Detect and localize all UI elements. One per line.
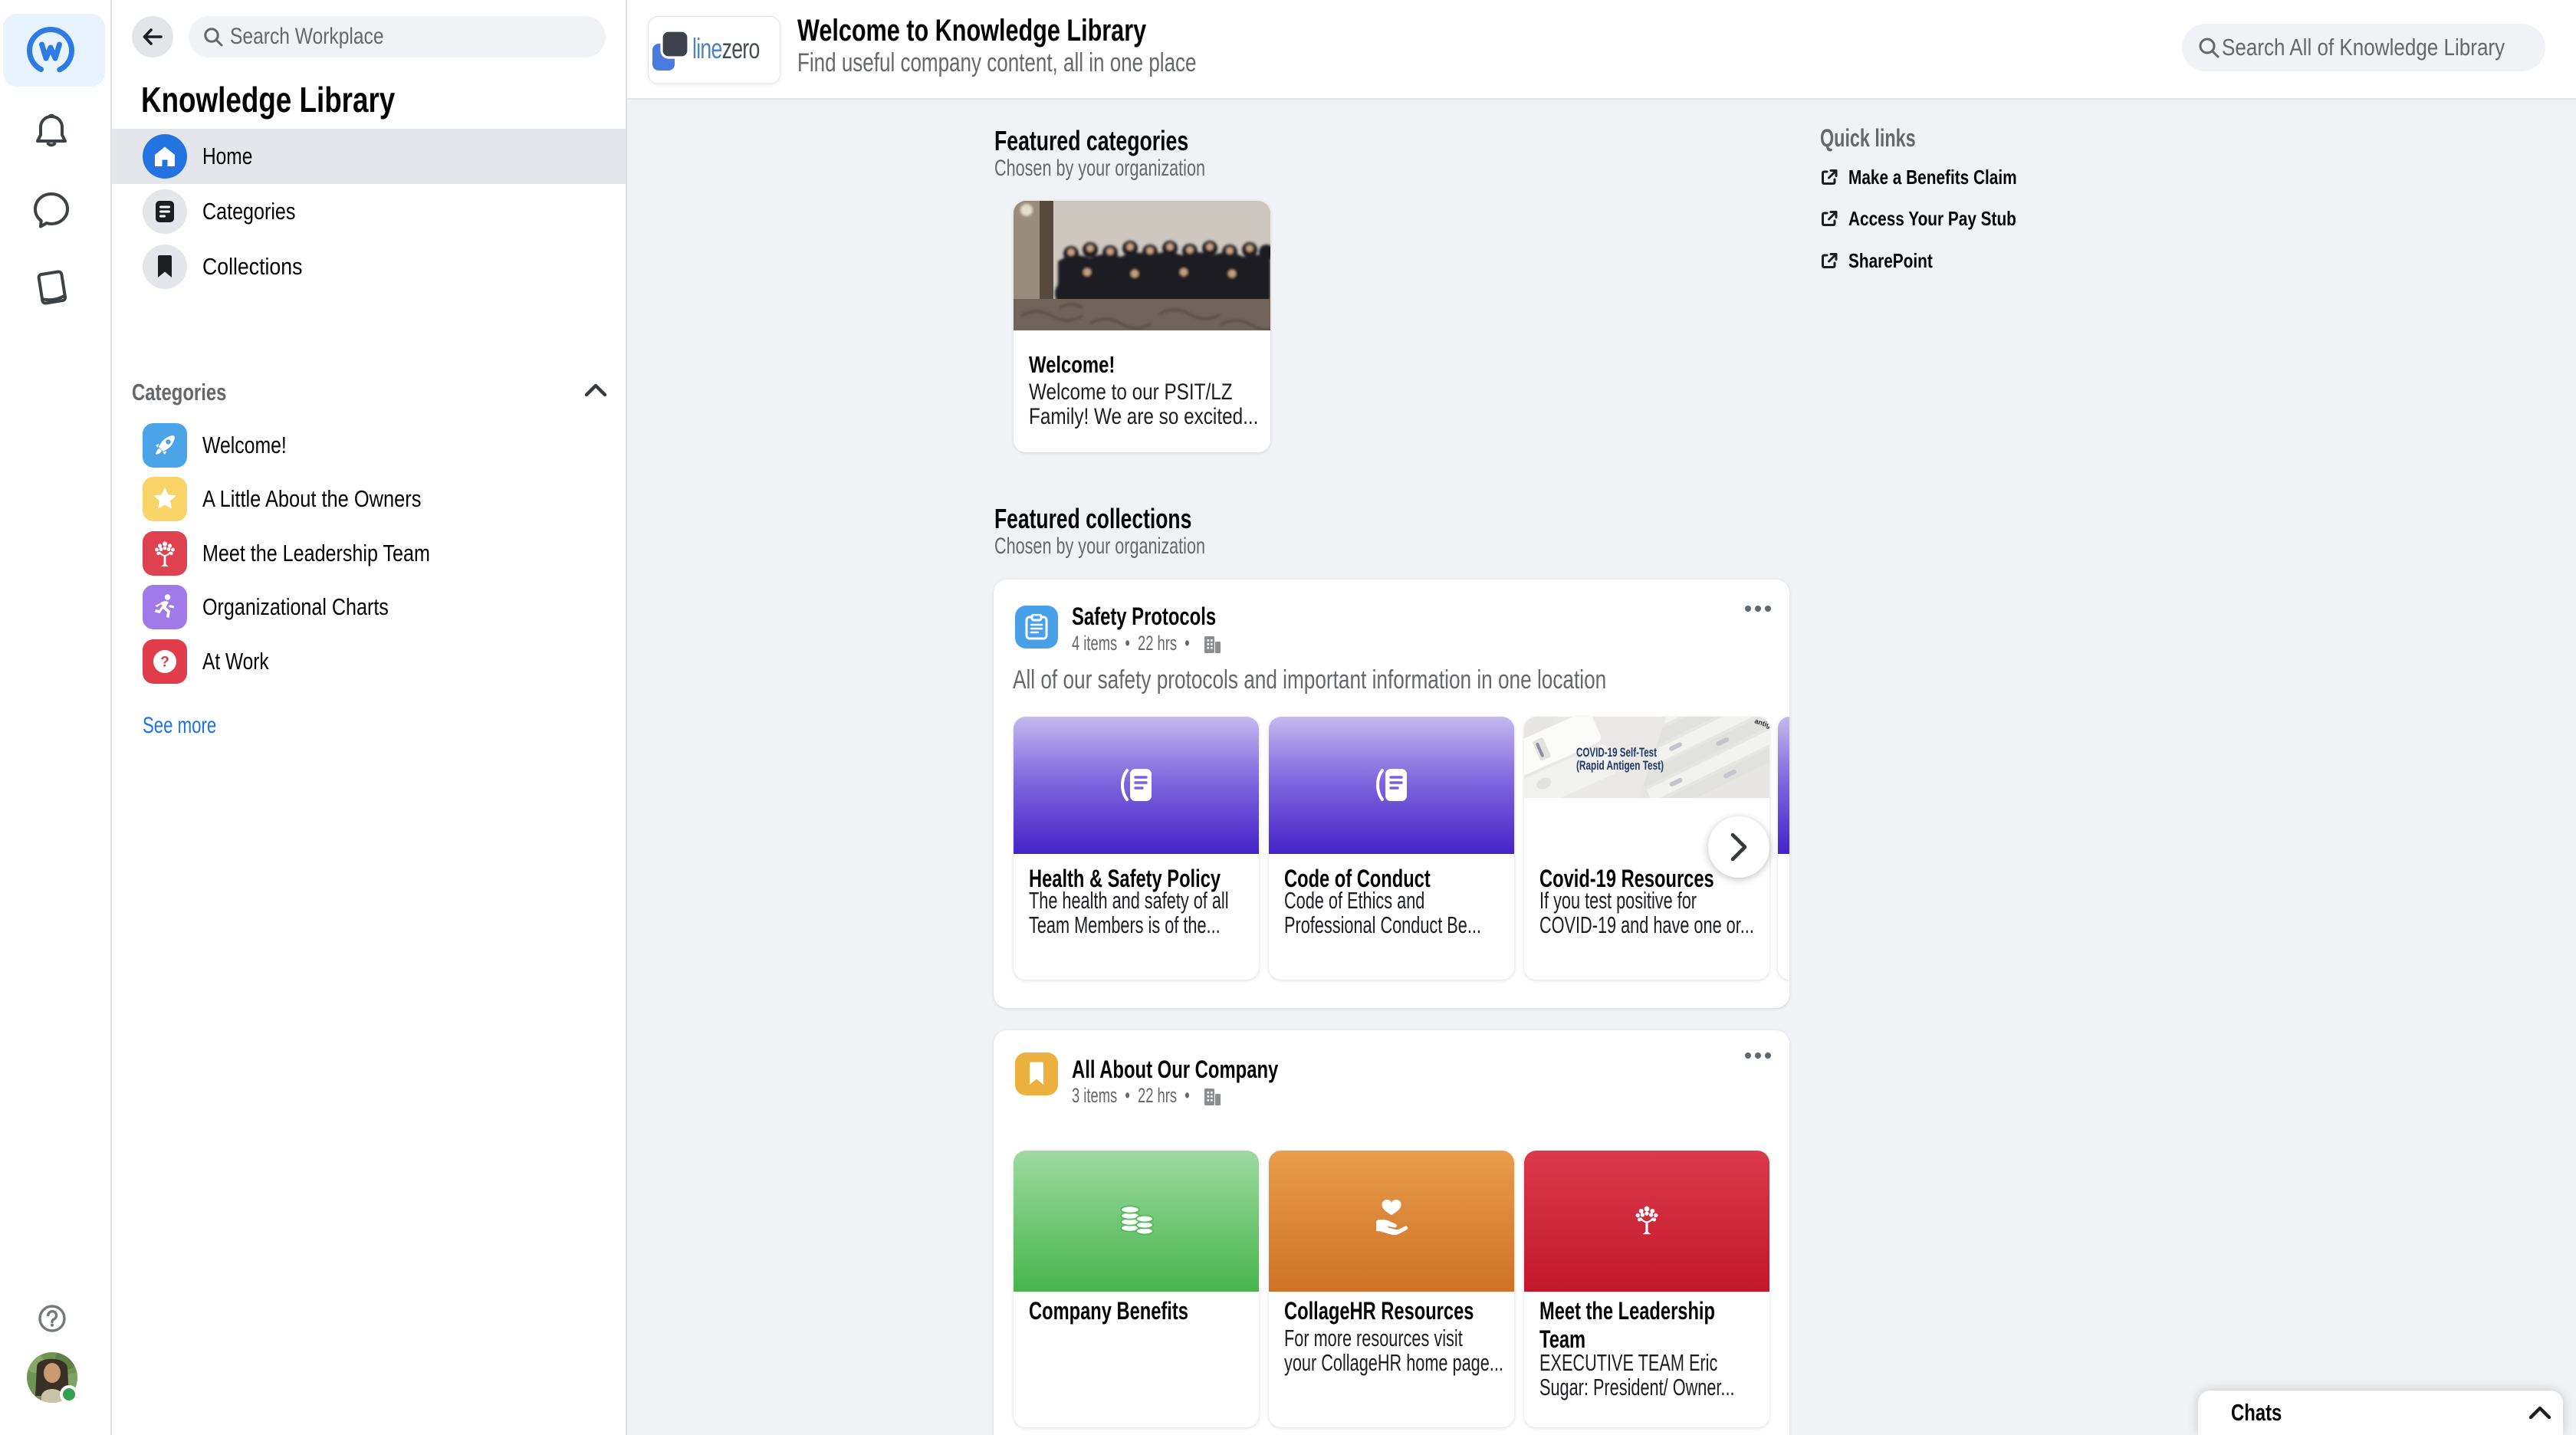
svg-text:?: ? bbox=[160, 655, 169, 671]
svg-text:(Rapid Antigen Test): (Rapid Antigen Test) bbox=[1576, 758, 1664, 773]
